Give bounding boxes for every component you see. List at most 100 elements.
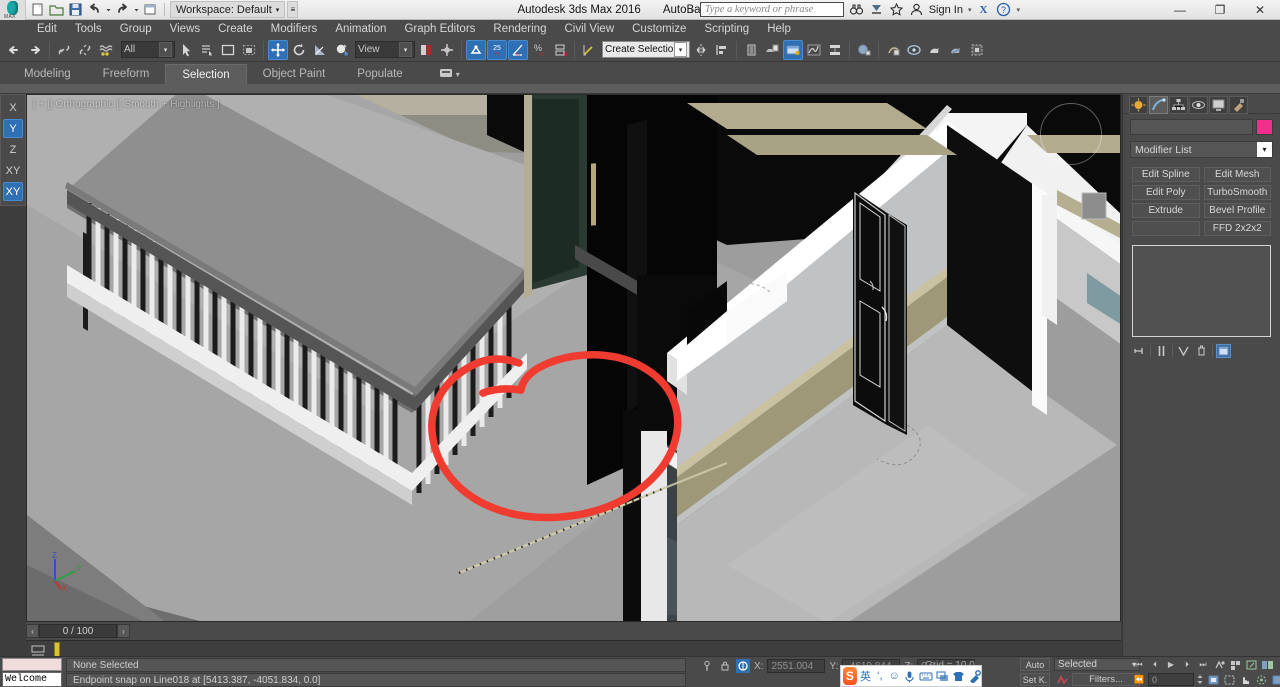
edit-named-selection-sets-icon[interactable]: n [550, 40, 570, 60]
object-color-swatch[interactable] [1256, 119, 1273, 135]
make-unique-icon[interactable] [1176, 344, 1191, 358]
maxscript-output-line[interactable]: Welcome to [2, 672, 62, 687]
material-editor-icon[interactable] [854, 40, 874, 60]
ime-punctuation-mode[interactable]: ‘, [874, 669, 885, 684]
maximize-restore-button[interactable]: ❐ [1200, 0, 1240, 20]
modify-tab[interactable] [1149, 96, 1168, 114]
undo-dropdown-icon[interactable] [105, 1, 112, 18]
time-configuration-icon[interactable] [1228, 658, 1242, 671]
configure-modifier-sets-icon[interactable] [1216, 344, 1231, 358]
menu-item-scripting[interactable]: Scripting [695, 20, 758, 38]
user-account-icon[interactable] [909, 2, 924, 17]
select-and-link-icon[interactable] [54, 40, 74, 60]
undo-scene-operation-icon[interactable] [4, 40, 24, 60]
zoom-all-viewports-icon[interactable] [1260, 658, 1274, 671]
key-mode-toggle-icon[interactable] [1212, 658, 1226, 671]
sogou-ime-toolbar[interactable]: S 英 ‘, ☺ [840, 665, 982, 687]
ime-screenshot-icon[interactable] [936, 669, 949, 684]
tab-populate[interactable]: Populate [341, 64, 418, 84]
current-key-field[interactable]: 0 [1148, 673, 1194, 686]
scene-explorer-icon[interactable] [762, 40, 782, 60]
axis-constraint-y[interactable]: Y [3, 119, 23, 138]
previous-frame-button[interactable]: ‹ [26, 624, 39, 638]
ribbon-display-mode-icon[interactable] [439, 67, 453, 82]
tab-object-paint[interactable]: Object Paint [247, 64, 342, 84]
maximize-viewport-icon[interactable] [1270, 673, 1280, 686]
chevron-down-icon[interactable]: ▾ [456, 70, 460, 79]
pan-view-icon[interactable] [1238, 673, 1252, 686]
selection-filter-combo[interactable]: All ▾ [121, 41, 175, 58]
workspace-selector[interactable]: Workspace: Default ▾ [170, 1, 286, 18]
minimize-button[interactable]: — [1160, 0, 1200, 20]
show-end-result-icon[interactable] [1154, 344, 1169, 358]
modifier-button-edit-mesh[interactable]: Edit Mesh [1203, 167, 1271, 182]
menu-item-create[interactable]: Create [209, 20, 262, 38]
close-button[interactable]: ✕ [1240, 0, 1280, 20]
undo-icon[interactable] [86, 1, 103, 18]
schematic-view-icon[interactable] [825, 40, 845, 60]
modifier-button-edit-spline[interactable]: Edit Spline [1132, 167, 1200, 182]
3dsmax-app-logo[interactable]: MAX [0, 0, 26, 20]
menu-item-graph-editors[interactable]: Graph Editors [395, 20, 484, 38]
reference-coordinate-system-combo[interactable]: View ▾ [355, 41, 415, 58]
hierarchy-tab[interactable] [1169, 96, 1188, 114]
modifier-button-empty[interactable] [1132, 221, 1200, 236]
modifier-list-dropdown[interactable]: Modifier List ▾ [1130, 141, 1273, 158]
menu-item-help[interactable]: Help [758, 20, 800, 38]
play-animation-icon[interactable]: ▶ [1164, 658, 1178, 671]
toggle-ribbon-icon[interactable] [783, 39, 803, 60]
menu-item-edit[interactable]: Edit [28, 20, 66, 38]
viewport[interactable]: [ + ][ Orthographic ][ Smooth + Highligh… [26, 94, 1121, 622]
select-and-move-icon[interactable] [268, 39, 288, 60]
sign-in-dropdown-icon[interactable]: ▾ [968, 6, 972, 14]
modifier-button-bevel-profile[interactable]: Bevel Profile [1203, 203, 1271, 218]
orbit-icon[interactable] [1254, 673, 1268, 686]
modifier-button-edit-poly[interactable]: Edit Poly [1132, 185, 1200, 200]
menu-item-customize[interactable]: Customize [623, 20, 695, 38]
lock-selection-icon[interactable] [718, 659, 732, 673]
motion-tab[interactable] [1189, 96, 1208, 114]
ime-soft-keyboard-icon[interactable] [919, 669, 933, 684]
tab-selection[interactable]: Selection [165, 64, 247, 84]
exchange-app-store-icon[interactable] [869, 2, 884, 17]
search-binoculars-icon[interactable] [849, 2, 864, 17]
chevron-down-icon[interactable]: ▾ [674, 42, 687, 57]
previous-frame-icon[interactable]: ⏴ [1148, 658, 1162, 671]
auto-key-button[interactable]: Auto [1020, 658, 1050, 671]
object-name-field[interactable] [1130, 119, 1253, 135]
named-selection-sets-pencil-icon[interactable] [579, 40, 599, 60]
project-folder-icon[interactable] [142, 1, 159, 18]
viewport-label[interactable]: [ + ][ Orthographic ][ Smooth + Highligh… [33, 99, 220, 110]
rendered-frame-window-icon[interactable] [904, 40, 924, 60]
curve-editor-icon[interactable] [804, 40, 824, 60]
help-dropdown-icon[interactable]: ▾ [1016, 6, 1020, 14]
select-and-manipulate-icon[interactable] [437, 40, 457, 60]
viewcube-widget[interactable] [1040, 103, 1102, 165]
use-pivot-point-center-icon[interactable] [416, 40, 436, 60]
snaps-toggle-icon[interactable] [466, 39, 486, 60]
render-iterative-icon[interactable] [946, 40, 966, 60]
chevron-down-icon[interactable]: ▾ [1257, 142, 1272, 157]
remove-modifier-icon[interactable] [1194, 344, 1209, 358]
goto-end-icon[interactable]: ⏭ [1196, 658, 1210, 671]
percent-snap-toggle-icon[interactable]: n [508, 39, 528, 60]
autodesk-360-icon[interactable]: X [976, 2, 991, 17]
spinner-snap-toggle-icon[interactable]: % n [529, 40, 549, 60]
menu-item-tools[interactable]: Tools [66, 20, 111, 38]
sign-in-button[interactable]: Sign In [929, 4, 963, 16]
window-crossing-toggle-icon[interactable] [239, 40, 259, 60]
zoom-viewport-icon[interactable] [1244, 658, 1258, 671]
angle-snap-toggle-icon[interactable]: 25 n [487, 39, 507, 60]
key-step-icon[interactable]: ⏪ [1132, 673, 1146, 686]
ime-emoji-icon[interactable]: ☺ [889, 669, 900, 684]
pin-stack-icon[interactable] [1132, 344, 1147, 358]
axis-constraint-x[interactable]: X [3, 98, 23, 117]
qat-overflow-button[interactable]: ≡ [287, 1, 299, 18]
menu-item-modifiers[interactable]: Modifiers [262, 20, 327, 38]
select-object-icon[interactable] [176, 40, 196, 60]
menu-item-civil-view[interactable]: Civil View [555, 20, 623, 38]
menu-item-rendering[interactable]: Rendering [484, 20, 555, 38]
sogou-logo-icon[interactable]: S [843, 667, 857, 685]
mirror-icon[interactable] [691, 40, 711, 60]
favorites-star-icon[interactable] [889, 2, 904, 17]
